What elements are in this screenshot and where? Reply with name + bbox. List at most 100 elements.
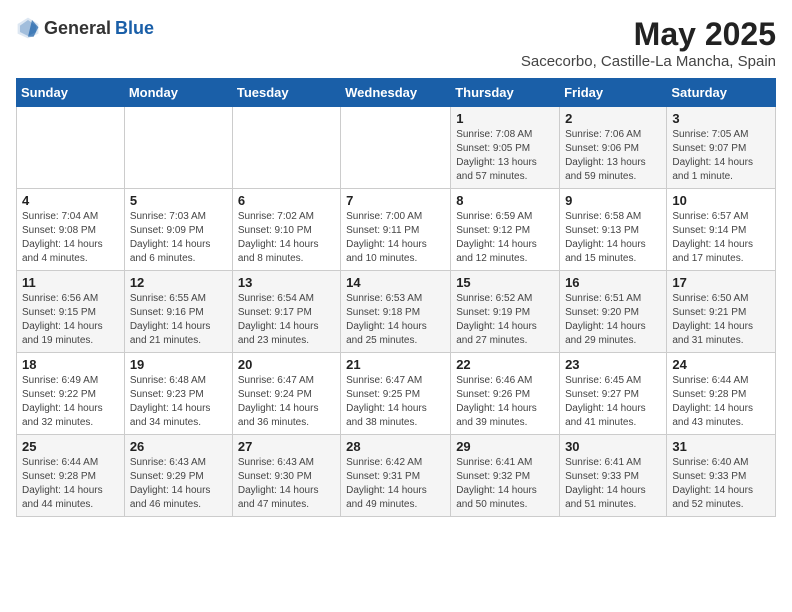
day-info: Sunrise: 6:48 AM Sunset: 9:23 PM Dayligh… xyxy=(130,374,227,430)
day-number: 18 xyxy=(22,357,119,372)
day-info: Sunrise: 6:58 AM Sunset: 9:13 PM Dayligh… xyxy=(565,210,661,266)
day-number: 5 xyxy=(130,193,227,208)
day-number: 24 xyxy=(672,357,770,372)
calendar-cell: 17 Sunrise: 6:50 AM Sunset: 9:21 PM Dayli… xyxy=(667,271,776,353)
day-info: Sunrise: 6:54 AM Sunset: 9:17 PM Dayligh… xyxy=(238,292,335,348)
day-number: 8 xyxy=(456,193,554,208)
day-info: Sunrise: 7:03 AM Sunset: 9:09 PM Dayligh… xyxy=(130,210,227,266)
calendar-cell: 29 Sunrise: 6:41 AM Sunset: 9:32 PM Dayli… xyxy=(451,435,560,517)
day-number: 19 xyxy=(130,357,227,372)
calendar-cell: 2 Sunrise: 7:06 AM Sunset: 9:06 PM Daylig… xyxy=(560,107,667,189)
day-info: Sunrise: 6:44 AM Sunset: 9:28 PM Dayligh… xyxy=(672,374,770,430)
day-info: Sunrise: 6:59 AM Sunset: 9:12 PM Dayligh… xyxy=(456,210,554,266)
day-info: Sunrise: 7:05 AM Sunset: 9:07 PM Dayligh… xyxy=(672,128,770,184)
calendar-cell: 5 Sunrise: 7:03 AM Sunset: 9:09 PM Daylig… xyxy=(124,189,232,271)
day-number: 1 xyxy=(456,111,554,126)
day-number: 15 xyxy=(456,275,554,290)
calendar-cell: 23Sunrise: 6:45 AM Sunset: 9:27 PM Dayli… xyxy=(560,353,667,435)
day-header-sunday: Sunday xyxy=(17,79,125,107)
day-info: Sunrise: 6:55 AM Sunset: 9:16 PM Dayligh… xyxy=(130,292,227,348)
calendar-cell: 4 Sunrise: 7:04 AM Sunset: 9:08 PM Daylig… xyxy=(17,189,125,271)
day-number: 12 xyxy=(130,275,227,290)
day-info: Sunrise: 6:57 AM Sunset: 9:14 PM Dayligh… xyxy=(672,210,770,266)
calendar-cell: 13 Sunrise: 6:54 AM Sunset: 9:17 PM Dayli… xyxy=(232,271,340,353)
day-header-thursday: Thursday xyxy=(451,79,560,107)
day-number: 28 xyxy=(346,439,445,454)
calendar-cell xyxy=(232,107,340,189)
day-info: Sunrise: 7:00 AM Sunset: 9:11 PM Dayligh… xyxy=(346,210,445,266)
day-header-tuesday: Tuesday xyxy=(232,79,340,107)
day-info: Sunrise: 6:56 AM Sunset: 9:15 PM Dayligh… xyxy=(22,292,119,348)
day-number: 26 xyxy=(130,439,227,454)
day-number: 3 xyxy=(672,111,770,126)
day-number: 25 xyxy=(22,439,119,454)
calendar-cell: 27Sunrise: 6:43 AM Sunset: 9:30 PM Dayli… xyxy=(232,435,340,517)
calendar-cell: 25 Sunrise: 6:44 AM Sunset: 9:28 PM Dayli… xyxy=(17,435,125,517)
day-number: 21 xyxy=(346,357,445,372)
day-info: Sunrise: 6:46 AM Sunset: 9:26 PM Dayligh… xyxy=(456,374,554,430)
calendar-cell xyxy=(124,107,232,189)
day-info: Sunrise: 6:44 AM Sunset: 9:28 PM Dayligh… xyxy=(22,456,119,512)
page-header: GeneralBlue May 2025 Sacecorbo, Castille… xyxy=(16,16,776,70)
calendar-cell: 28 Sunrise: 6:42 AM Sunset: 9:31 PM Dayli… xyxy=(341,435,451,517)
day-info: Sunrise: 6:50 AM Sunset: 9:21 PM Dayligh… xyxy=(672,292,770,348)
calendar-cell: 3 Sunrise: 7:05 AM Sunset: 9:07 PM Daylig… xyxy=(667,107,776,189)
day-number: 4 xyxy=(22,193,119,208)
day-info: Sunrise: 6:43 AM Sunset: 9:29 PM Dayligh… xyxy=(130,456,227,512)
day-info: Sunrise: 6:47 AM Sunset: 9:25 PM Dayligh… xyxy=(346,374,445,430)
week-row-2: 4 Sunrise: 7:04 AM Sunset: 9:08 PM Daylig… xyxy=(17,189,776,271)
day-info: Sunrise: 6:41 AM Sunset: 9:33 PM Dayligh… xyxy=(565,456,661,512)
day-number: 17 xyxy=(672,275,770,290)
day-info: Sunrise: 7:08 AM Sunset: 9:05 PM Dayligh… xyxy=(456,128,554,184)
day-number: 23 xyxy=(565,357,661,372)
day-info: Sunrise: 7:06 AM Sunset: 9:06 PM Dayligh… xyxy=(565,128,661,184)
day-number: 10 xyxy=(672,193,770,208)
day-number: 7 xyxy=(346,193,445,208)
day-number: 30 xyxy=(565,439,661,454)
calendar-cell: 16Sunrise: 6:51 AM Sunset: 9:20 PM Dayli… xyxy=(560,271,667,353)
calendar-cell: 21 Sunrise: 6:47 AM Sunset: 9:25 PM Dayli… xyxy=(341,353,451,435)
day-info: Sunrise: 6:51 AM Sunset: 9:20 PM Dayligh… xyxy=(565,292,661,348)
calendar-cell: 30 Sunrise: 6:41 AM Sunset: 9:33 PM Dayli… xyxy=(560,435,667,517)
title-block: May 2025 Sacecorbo, Castille-La Mancha, … xyxy=(521,16,776,70)
calendar-table: SundayMondayTuesdayWednesdayThursdayFrid… xyxy=(16,78,776,517)
calendar-cell: 8 Sunrise: 6:59 AM Sunset: 9:12 PM Daylig… xyxy=(451,189,560,271)
day-header-friday: Friday xyxy=(560,79,667,107)
calendar-cell: 12 Sunrise: 6:55 AM Sunset: 9:16 PM Dayli… xyxy=(124,271,232,353)
day-header-saturday: Saturday xyxy=(667,79,776,107)
day-header-monday: Monday xyxy=(124,79,232,107)
day-info: Sunrise: 6:53 AM Sunset: 9:18 PM Dayligh… xyxy=(346,292,445,348)
generalblue-logo-icon xyxy=(16,16,40,40)
day-number: 11 xyxy=(22,275,119,290)
day-info: Sunrise: 6:40 AM Sunset: 9:33 PM Dayligh… xyxy=(672,456,770,512)
logo-text-blue: Blue xyxy=(115,18,154,39)
day-info: Sunrise: 7:02 AM Sunset: 9:10 PM Dayligh… xyxy=(238,210,335,266)
calendar-cell: 1 Sunrise: 7:08 AM Sunset: 9:05 PM Daylig… xyxy=(451,107,560,189)
week-row-5: 25 Sunrise: 6:44 AM Sunset: 9:28 PM Dayli… xyxy=(17,435,776,517)
calendar-cell xyxy=(341,107,451,189)
calendar-cell: 10 Sunrise: 6:57 AM Sunset: 9:14 PM Dayli… xyxy=(667,189,776,271)
calendar-cell: 11 Sunrise: 6:56 AM Sunset: 9:15 PM Dayli… xyxy=(17,271,125,353)
calendar-cell: 26 Sunrise: 6:43 AM Sunset: 9:29 PM Dayli… xyxy=(124,435,232,517)
day-number: 13 xyxy=(238,275,335,290)
day-number: 9 xyxy=(565,193,661,208)
day-number: 29 xyxy=(456,439,554,454)
day-number: 2 xyxy=(565,111,661,126)
day-info: Sunrise: 7:04 AM Sunset: 9:08 PM Dayligh… xyxy=(22,210,119,266)
week-row-1: 1 Sunrise: 7:08 AM Sunset: 9:05 PM Daylig… xyxy=(17,107,776,189)
calendar-cell: 14 Sunrise: 6:53 AM Sunset: 9:18 PM Dayli… xyxy=(341,271,451,353)
week-row-3: 11 Sunrise: 6:56 AM Sunset: 9:15 PM Dayli… xyxy=(17,271,776,353)
calendar-cell xyxy=(17,107,125,189)
day-number: 27 xyxy=(238,439,335,454)
day-number: 6 xyxy=(238,193,335,208)
days-header-row: SundayMondayTuesdayWednesdayThursdayFrid… xyxy=(17,79,776,107)
day-number: 14 xyxy=(346,275,445,290)
day-header-wednesday: Wednesday xyxy=(341,79,451,107)
location-subtitle: Sacecorbo, Castille-La Mancha, Spain xyxy=(521,53,776,70)
day-info: Sunrise: 6:41 AM Sunset: 9:32 PM Dayligh… xyxy=(456,456,554,512)
month-year-title: May 2025 xyxy=(521,16,776,53)
day-info: Sunrise: 6:42 AM Sunset: 9:31 PM Dayligh… xyxy=(346,456,445,512)
calendar-cell: 18Sunrise: 6:49 AM Sunset: 9:22 PM Dayli… xyxy=(17,353,125,435)
calendar-cell: 22 Sunrise: 6:46 AM Sunset: 9:26 PM Dayli… xyxy=(451,353,560,435)
day-number: 22 xyxy=(456,357,554,372)
